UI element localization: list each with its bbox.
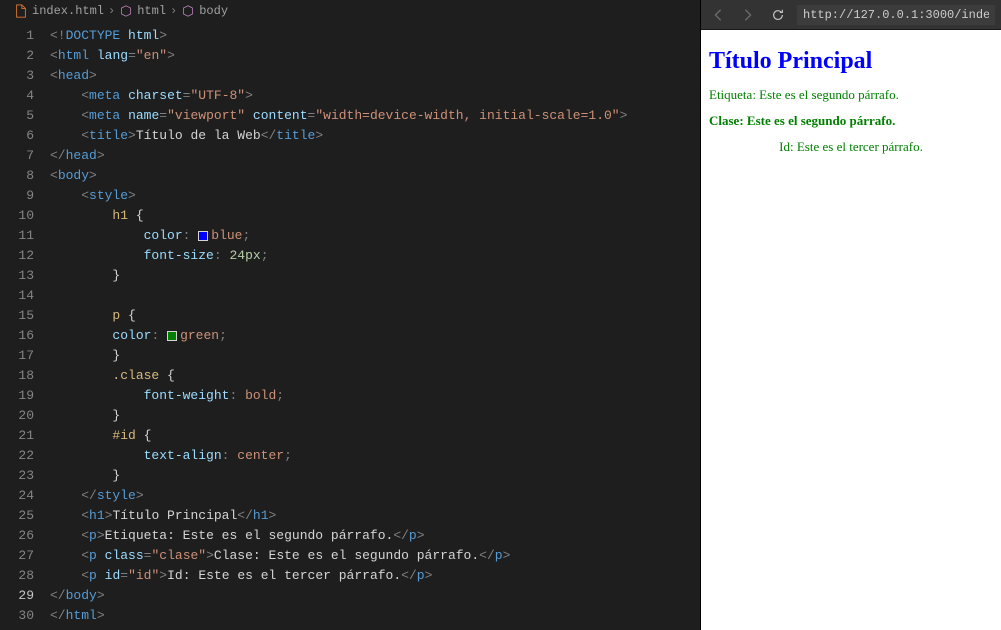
url-input[interactable] bbox=[797, 5, 995, 25]
editor-panel: index.html › html › body 123456789101112… bbox=[0, 0, 700, 630]
line-number-gutter: 1234567891011121314151617181920212223242… bbox=[0, 22, 50, 630]
chevron-right-icon: › bbox=[170, 4, 177, 18]
file-icon bbox=[14, 4, 28, 18]
breadcrumb[interactable]: index.html › html › body bbox=[0, 0, 700, 22]
preview-paragraph-bold: Clase: Este es el segundo párrafo. bbox=[709, 113, 993, 129]
code-area[interactable]: 1234567891011121314151617181920212223242… bbox=[0, 22, 700, 630]
preview-toolbar bbox=[701, 0, 1001, 30]
preview-paragraph-center: Id: Este es el tercer párrafo. bbox=[709, 139, 993, 155]
reload-button[interactable] bbox=[767, 4, 789, 26]
back-button[interactable] bbox=[707, 4, 729, 26]
preview-document: Título Principal Etiqueta: Este es el se… bbox=[701, 30, 1001, 630]
element-icon bbox=[181, 4, 195, 18]
code-content[interactable]: <!DOCTYPE html><html lang="en"><head> <m… bbox=[50, 22, 700, 630]
preview-heading: Título Principal bbox=[709, 48, 993, 75]
chevron-right-icon: › bbox=[108, 4, 115, 18]
preview-paragraph: Etiqueta: Este es el segundo párrafo. bbox=[709, 87, 993, 103]
forward-button[interactable] bbox=[737, 4, 759, 26]
breadcrumb-file[interactable]: index.html bbox=[32, 4, 104, 18]
preview-panel: Título Principal Etiqueta: Este es el se… bbox=[700, 0, 1001, 630]
breadcrumb-html[interactable]: html bbox=[137, 4, 166, 18]
element-icon bbox=[119, 4, 133, 18]
breadcrumb-body[interactable]: body bbox=[199, 4, 228, 18]
